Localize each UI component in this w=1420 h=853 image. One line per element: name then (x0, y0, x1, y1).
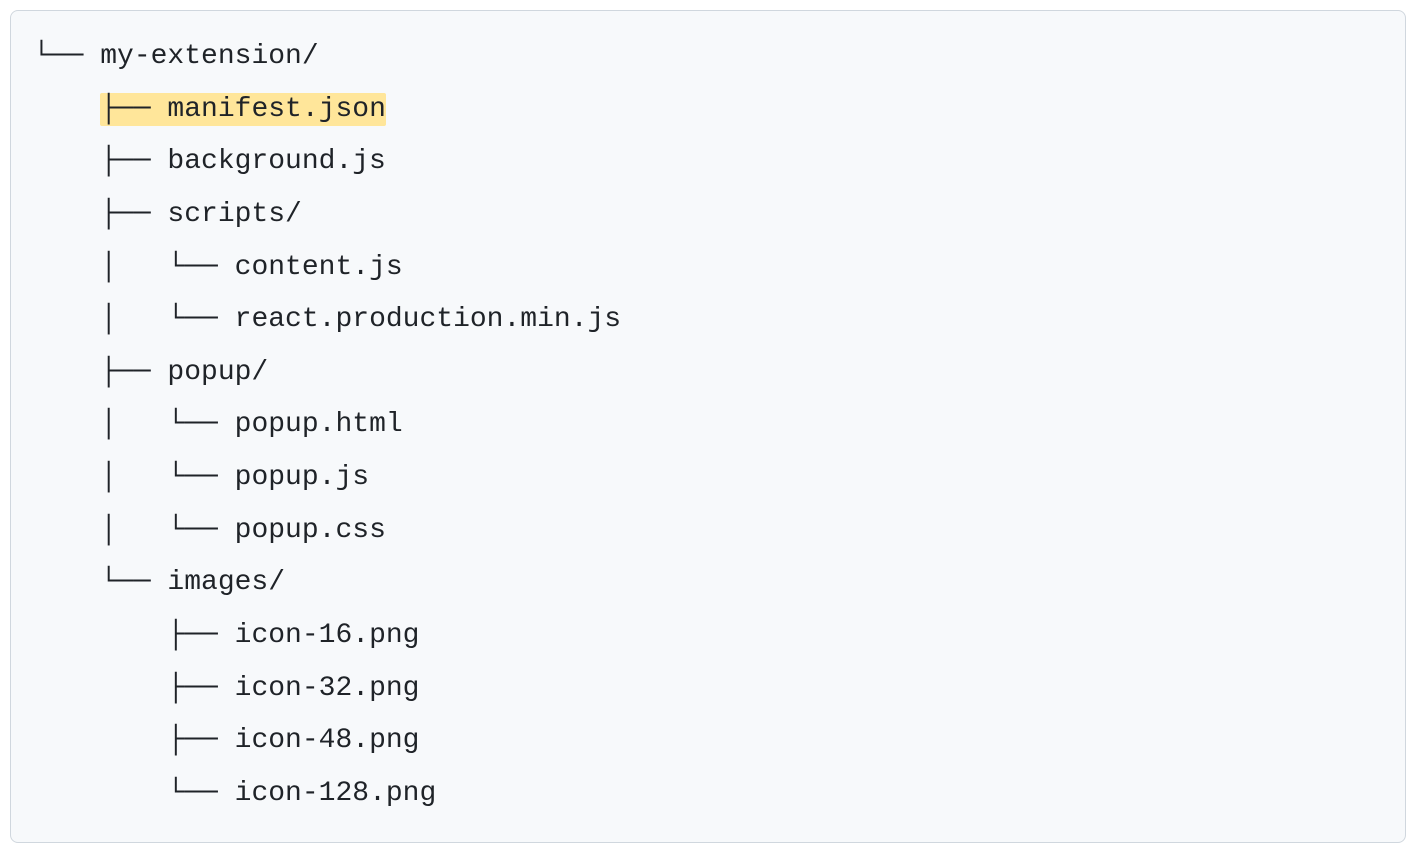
tree-entry-background-js: background.js (167, 146, 385, 177)
tree-prefix: ├── (33, 146, 167, 177)
tree-entry-popup-html: popup.html (235, 409, 403, 440)
tree-prefix: │ └── (33, 304, 235, 335)
tree-entry-icon-16-png: icon-16.png (235, 620, 420, 651)
tree-entry-images-dir: images/ (167, 567, 285, 598)
tree-prefix: │ └── (33, 462, 235, 493)
tree-entry-manifest-json: ├── manifest.json (100, 93, 386, 126)
tree-prefix: ├── (33, 199, 167, 230)
tree-line: ├── icon-32.png (33, 663, 1383, 716)
tree-prefix: └── (33, 567, 167, 598)
tree-prefix: └── (33, 778, 235, 809)
tree-entry-popup-dir: popup/ (167, 357, 268, 388)
tree-line: ├── icon-16.png (33, 610, 1383, 663)
tree-line: │ └── popup.css (33, 505, 1383, 558)
tree-line: │ └── react.production.min.js (33, 294, 1383, 347)
tree-entry-react-production-min-js: react.production.min.js (235, 304, 621, 335)
directory-tree-block: └── my-extension/ ├── manifest.json ├── … (10, 10, 1406, 843)
tree-line: │ └── popup.js (33, 452, 1383, 505)
tree-line: └── my-extension/ (33, 31, 1383, 84)
tree-line: ├── popup/ (33, 347, 1383, 400)
tree-prefix: ├── (33, 673, 235, 704)
tree-line: ├── manifest.json (33, 84, 1383, 137)
tree-prefix: │ └── (33, 515, 235, 546)
tree-entry-popup-css: popup.css (235, 515, 386, 546)
tree-prefix: ├── (33, 357, 167, 388)
tree-entry-icon-128-png: icon-128.png (235, 778, 437, 809)
tree-entry-icon-32-png: icon-32.png (235, 673, 420, 704)
tree-prefix: ├── (33, 620, 235, 651)
tree-line: │ └── content.js (33, 242, 1383, 295)
tree-prefix: ├── (33, 725, 235, 756)
tree-entry-icon-48-png: icon-48.png (235, 725, 420, 756)
tree-prefix: │ └── (33, 252, 235, 283)
tree-entry-my-extension: my-extension/ (100, 41, 318, 72)
tree-line: ├── background.js (33, 136, 1383, 189)
tree-entry-scripts-dir: scripts/ (167, 199, 301, 230)
tree-prefix: └── (33, 41, 100, 72)
tree-line: ├── scripts/ (33, 189, 1383, 242)
tree-line: └── images/ (33, 557, 1383, 610)
tree-entry-popup-js: popup.js (235, 462, 369, 493)
tree-entry-content-js: content.js (235, 252, 403, 283)
tree-line: │ └── popup.html (33, 399, 1383, 452)
tree-line: ├── icon-48.png (33, 715, 1383, 768)
tree-prefix: │ └── (33, 409, 235, 440)
tree-line: └── icon-128.png (33, 768, 1383, 821)
tree-prefix (33, 94, 100, 125)
